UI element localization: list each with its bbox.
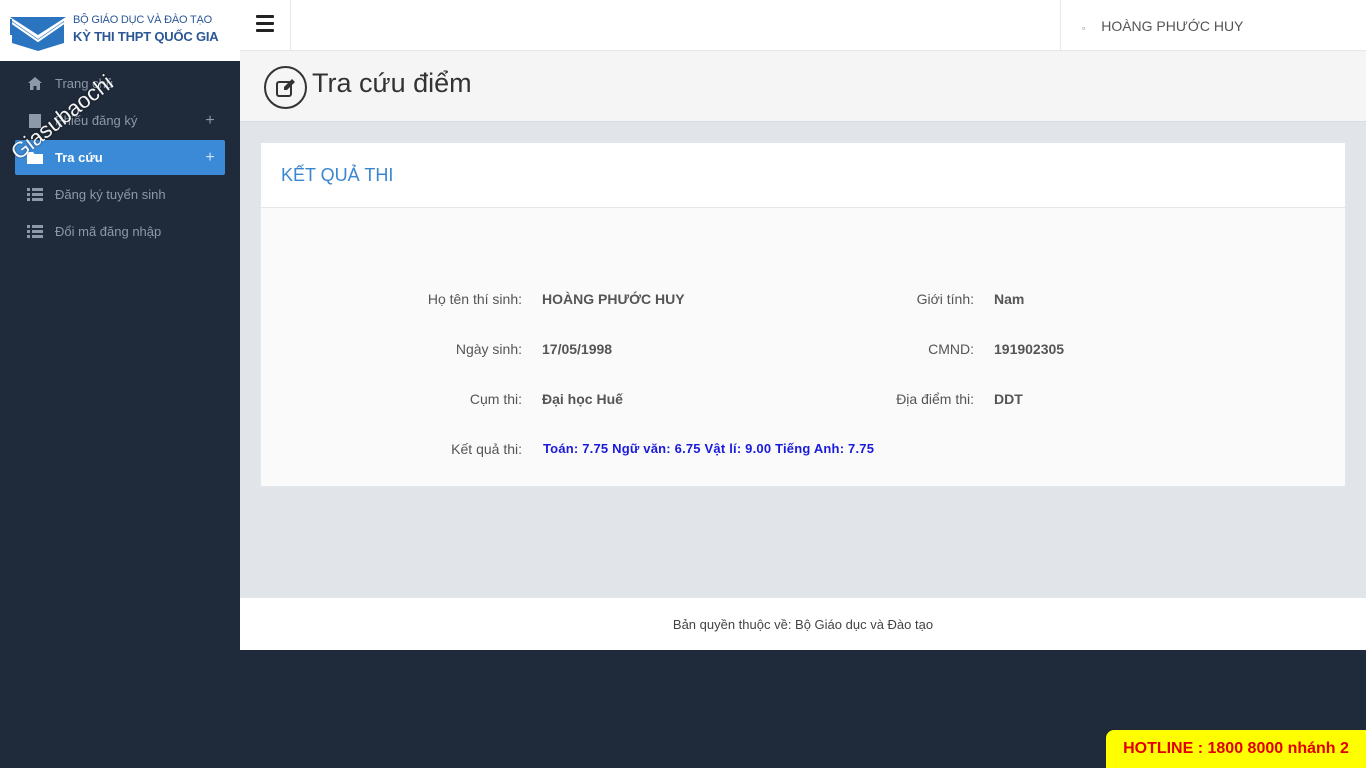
sidebar-item-home[interactable]: Trang chủ	[15, 66, 225, 101]
hamburger-icon	[256, 13, 274, 34]
dob-value: 17/05/1998	[542, 341, 613, 357]
user-dot-icon: ▫	[1082, 22, 1086, 33]
user-name: HOÀNG PHƯỚC HUY	[1101, 17, 1244, 34]
venue-label: Địa điểm thi:	[896, 391, 974, 407]
cluster-value: Đại học Huế	[542, 391, 623, 407]
top-header: ▫ HOÀNG PHƯỚC HUY	[240, 0, 1366, 51]
result-card: KẾT QUẢ THI	[260, 142, 1346, 487]
list-icon	[15, 188, 55, 201]
list-icon	[15, 225, 55, 238]
page-header: Tra cứu điểm	[240, 51, 1366, 122]
gender-value: Nam	[994, 291, 1025, 307]
sidebar: Trang chủ Phiếu đăng ký + Tra cứu + Đăng…	[0, 61, 240, 768]
name-value: HOÀNG PHƯỚC HUY	[542, 291, 685, 307]
name-label: Họ tên thí sinh:	[427, 291, 522, 307]
result-label: Kết quả thi:	[451, 441, 522, 457]
home-icon	[15, 77, 55, 90]
sidebar-item-label: Đổi mã đăng nhập	[55, 224, 162, 239]
expand-plus-icon[interactable]: +	[195, 149, 225, 167]
sidebar-item-change-login-code[interactable]: Đổi mã đăng nhập	[15, 214, 225, 249]
hotline-banner[interactable]: HOTLINE : 1800 8000 nhánh 2	[1106, 730, 1366, 768]
footer: Bản quyền thuộc về: Bộ Giáo dục và Đào t…	[240, 598, 1366, 650]
page-title: Tra cứu điểm	[312, 68, 472, 98]
venue-value: DDT	[994, 391, 1023, 407]
exam-scores: Toán: 7.75 Ngữ văn: 6.75 Vật lí: 9.00 Ti…	[543, 441, 875, 456]
site-logo[interactable]: BỘ GIÁO DỤC VÀ ĐÀO TẠO KỲ THI THPT QUỐC …	[0, 0, 240, 61]
sidebar-item-admission-registration[interactable]: Đăng ký tuyển sinh	[15, 177, 225, 212]
dob-label: Ngày sinh:	[455, 341, 522, 357]
card-title: KẾT QUẢ THI	[281, 164, 394, 185]
sidebar-item-label: Phiếu đăng ký	[55, 113, 138, 128]
sidebar-item-label: Trang chủ	[55, 76, 114, 91]
sidebar-item-lookup[interactable]: Tra cứu +	[15, 140, 225, 175]
id-card-label: CMND:	[928, 341, 974, 357]
sidebar-item-registration-form[interactable]: Phiếu đăng ký +	[15, 103, 225, 138]
logo-ministry-text: BỘ GIÁO DỤC VÀ ĐÀO TẠO	[73, 14, 213, 26]
expand-plus-icon[interactable]: +	[195, 112, 225, 130]
user-menu[interactable]: ▫ HOÀNG PHƯỚC HUY	[1060, 0, 1366, 51]
graduation-cap-envelope-icon	[8, 13, 68, 58]
sidebar-item-label: Đăng ký tuyển sinh	[55, 187, 166, 202]
folder-icon	[15, 151, 55, 164]
gender-label: Giới tính:	[916, 291, 974, 307]
logo-exam-text: KỲ THI THPT QUỐC GIA	[73, 29, 219, 44]
cluster-label: Cụm thi:	[469, 391, 522, 407]
file-icon	[15, 113, 55, 128]
edit-icon	[264, 66, 307, 109]
hotline-text: HOTLINE : 1800 8000 nhánh 2	[1123, 740, 1349, 757]
copyright-text: Bản quyền thuộc về: Bộ Giáo dục và Đào t…	[672, 616, 934, 632]
menu-toggle-button[interactable]	[240, 0, 291, 51]
sidebar-item-label: Tra cứu	[55, 150, 103, 165]
id-card-value: 191902305	[994, 341, 1065, 357]
